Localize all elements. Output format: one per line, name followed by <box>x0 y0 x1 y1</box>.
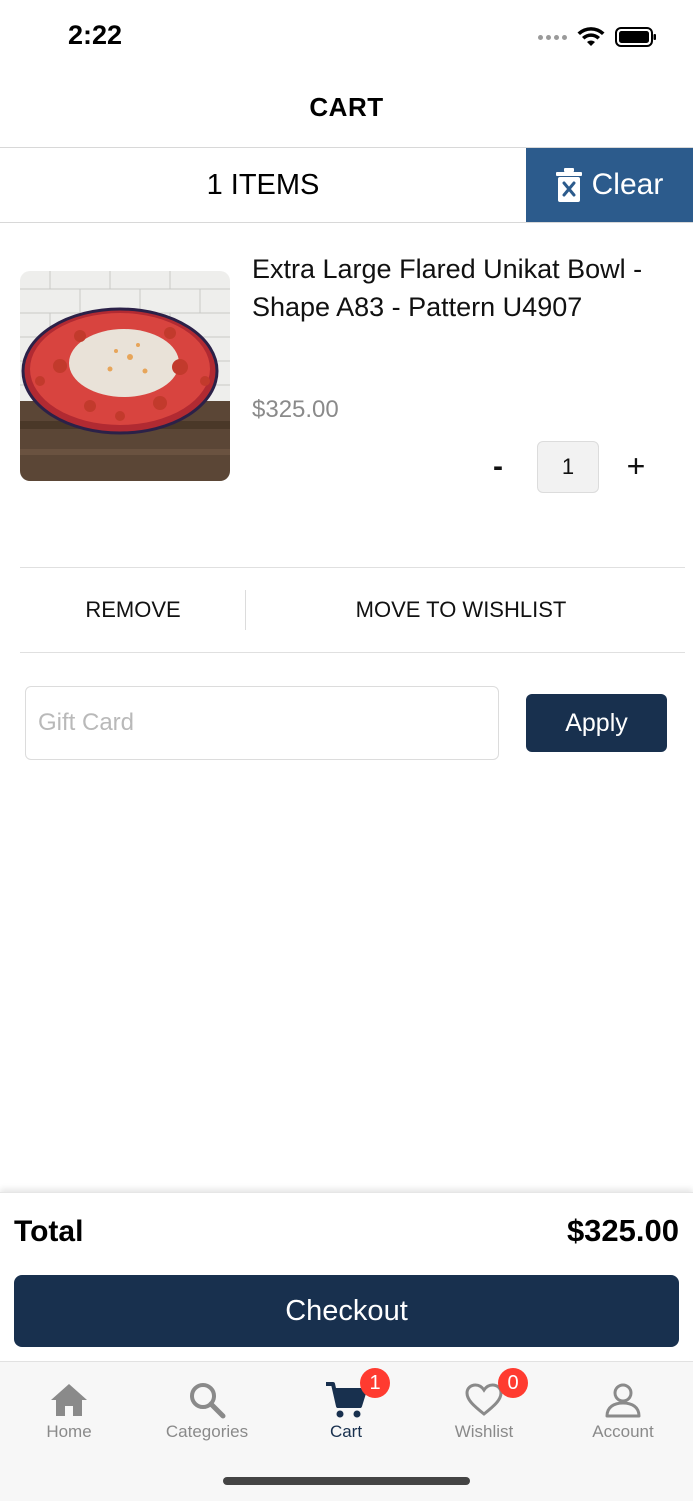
clear-cart-button[interactable]: Clear <box>526 148 693 222</box>
move-to-wishlist-button[interactable]: MOVE TO WISHLIST <box>246 568 676 652</box>
person-icon <box>605 1383 641 1418</box>
wishlist-badge: 0 <box>498 1368 528 1398</box>
tab-home[interactable]: Home <box>0 1380 138 1450</box>
trash-icon <box>555 168 582 202</box>
cellular-signal-icon <box>538 34 567 40</box>
tab-cart-label: Cart <box>329 1422 363 1441</box>
clear-label: Clear <box>591 168 664 201</box>
product-image[interactable] <box>20 271 230 481</box>
cart-items-bar: 1 ITEMS Clear <box>0 148 693 223</box>
gift-card-input[interactable] <box>25 686 499 760</box>
tab-wishlist[interactable]: Wishlist 0 <box>415 1368 553 1450</box>
status-icons <box>538 26 657 48</box>
remove-button[interactable]: REMOVE <box>20 568 246 652</box>
search-icon <box>190 1383 226 1419</box>
page-title: CART <box>309 92 384 122</box>
wifi-icon <box>577 27 605 46</box>
checkout-button[interactable]: Checkout <box>14 1275 679 1347</box>
status-time: 2:22 <box>68 20 123 50</box>
cart-badge: 1 <box>360 1368 390 1398</box>
tab-wishlist-label: Wishlist <box>454 1422 514 1441</box>
apply-gift-card-button[interactable]: Apply <box>526 694 667 752</box>
tab-account-label: Account <box>592 1422 654 1441</box>
cart-item: Extra Large Flared Unikat Bowl - Shape A… <box>20 240 685 540</box>
total-label: Total <box>14 1215 84 1248</box>
quantity-increase-button[interactable]: + <box>620 448 652 485</box>
status-bar: 2:22 <box>0 0 693 76</box>
home-icon <box>51 1384 87 1416</box>
tab-cart[interactable]: Cart 1 <box>277 1368 415 1450</box>
product-title[interactable]: Extra Large Flared Unikat Bowl - Shape A… <box>252 250 682 326</box>
tab-account[interactable]: Account <box>554 1380 692 1450</box>
tab-categories[interactable]: Categories <box>138 1380 276 1450</box>
total-value: $325.00 <box>566 1213 679 1248</box>
quantity-value[interactable]: 1 <box>537 441 599 493</box>
product-price: $325.00 <box>252 396 339 423</box>
quantity-decrease-button[interactable]: - <box>482 450 514 484</box>
checkout-panel: Total $325.00 Checkout <box>0 1192 693 1361</box>
tab-home-label: Home <box>46 1422 92 1441</box>
battery-icon <box>615 27 656 47</box>
items-count: 1 ITEMS <box>206 169 320 201</box>
tab-categories-label: Categories <box>165 1422 249 1441</box>
cart-item-actions: REMOVE MOVE TO WISHLIST <box>20 567 685 653</box>
home-indicator <box>223 1477 470 1485</box>
